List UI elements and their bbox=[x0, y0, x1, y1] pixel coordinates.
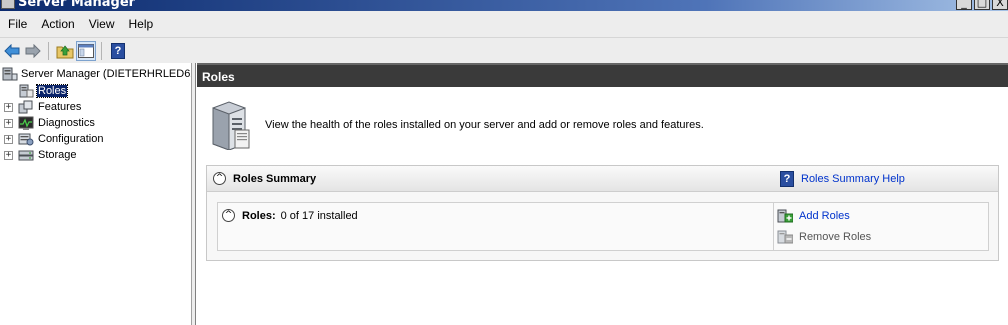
up-folder-icon bbox=[56, 44, 74, 58]
server-manager-app-icon bbox=[1, 0, 15, 9]
toolbar: ? bbox=[0, 37, 1008, 63]
minimize-button[interactable]: _ bbox=[956, 0, 972, 10]
tree-item-storage[interactable]: + Storage bbox=[4, 147, 78, 163]
console-tree-icon bbox=[78, 43, 94, 58]
title-bar: Server Manager _ □ X bbox=[0, 0, 1008, 11]
forward-arrow-icon bbox=[25, 43, 41, 58]
roles-icon bbox=[19, 84, 34, 98]
tree-label-configuration: Configuration bbox=[38, 133, 104, 145]
roles-summary-header: ^ Roles Summary ? Roles Summary Help bbox=[207, 166, 998, 192]
menu-help[interactable]: Help bbox=[122, 11, 161, 37]
roles-intro: View the health of the roles installed o… bbox=[207, 97, 1007, 153]
tree-expander-roles bbox=[4, 86, 13, 96]
toolbar-separator-2 bbox=[101, 41, 102, 60]
tree-expander-configuration[interactable]: + bbox=[4, 134, 13, 144]
tree-item-features[interactable]: + Features bbox=[4, 99, 82, 115]
diagnostics-icon bbox=[18, 116, 34, 130]
features-icon bbox=[18, 100, 33, 114]
close-button[interactable]: X bbox=[992, 0, 1008, 10]
roles-tasks: Add Roles Remove Roles bbox=[773, 203, 989, 250]
back-arrow-icon bbox=[4, 43, 20, 58]
server-roles-icon bbox=[212, 101, 250, 150]
up-one-level-button[interactable] bbox=[55, 41, 75, 61]
pane-splitter[interactable] bbox=[192, 63, 196, 325]
roles-summary-section: ^ Roles Summary ? Roles Summary Help ^ R… bbox=[206, 165, 999, 261]
tree-item-diagnostics[interactable]: + Diagnostics bbox=[4, 115, 96, 131]
window-controls: _ □ X bbox=[954, 0, 1008, 10]
details-header: Roles bbox=[197, 63, 1008, 87]
back-button[interactable] bbox=[2, 41, 22, 61]
menu-view[interactable]: View bbox=[82, 11, 122, 37]
roles-status: ^ Roles: 0 of 17 installed bbox=[218, 209, 358, 222]
roles-summary-title: Roles Summary bbox=[233, 172, 317, 185]
toolbar-separator bbox=[48, 41, 49, 60]
tree-expander-features[interactable]: + bbox=[4, 102, 13, 112]
help-icon: ? bbox=[111, 42, 125, 59]
remove-roles-task[interactable]: Remove Roles bbox=[777, 230, 871, 244]
forward-button[interactable] bbox=[23, 41, 43, 61]
roles-intro-text: View the health of the roles installed o… bbox=[265, 119, 704, 131]
collapse-roles-summary-button[interactable]: ^ bbox=[213, 172, 226, 185]
roles-label: Roles: bbox=[242, 209, 276, 222]
roles-summary-help-link[interactable]: Roles Summary Help bbox=[801, 173, 905, 185]
tree-item-configuration[interactable]: + Configuration bbox=[4, 131, 104, 147]
storage-icon bbox=[18, 150, 34, 161]
window-title: Server Manager bbox=[18, 0, 136, 10]
help-icon: ? bbox=[780, 171, 794, 187]
tree-label-storage: Storage bbox=[38, 149, 77, 161]
tree-label-roles: Roles bbox=[35, 84, 69, 98]
remove-roles-icon bbox=[777, 230, 793, 244]
remove-roles-link[interactable]: Remove Roles bbox=[799, 231, 871, 243]
help-button[interactable]: ? bbox=[108, 41, 128, 61]
tree-root-server-manager[interactable]: Server Manager (DIETERHRLED62E bbox=[2, 67, 192, 81]
roles-status-panel: ^ Roles: 0 of 17 installed Add Roles Rem… bbox=[217, 202, 989, 251]
tree-root-label: Server Manager (DIETERHRLED62E bbox=[21, 68, 192, 80]
add-roles-task[interactable]: Add Roles bbox=[777, 209, 850, 223]
tree-item-roles[interactable]: Roles bbox=[4, 83, 69, 99]
configuration-icon bbox=[18, 133, 34, 146]
roles-installed-count: 0 of 17 installed bbox=[280, 209, 358, 222]
maximize-button[interactable]: □ bbox=[974, 0, 990, 10]
add-roles-icon bbox=[777, 209, 793, 223]
collapse-roles-button[interactable]: ^ bbox=[222, 209, 235, 222]
menu-action[interactable]: Action bbox=[34, 11, 81, 37]
details-pane: Roles View the health of the roles insta… bbox=[197, 63, 1008, 325]
show-hide-console-tree-button[interactable] bbox=[76, 40, 96, 61]
add-roles-link[interactable]: Add Roles bbox=[799, 210, 850, 222]
console-tree: Server Manager (DIETERHRLED62E Roles + F… bbox=[0, 63, 192, 325]
tree-expander-storage[interactable]: + bbox=[4, 150, 13, 160]
menu-file[interactable]: File bbox=[1, 11, 34, 37]
tree-label-diagnostics: Diagnostics bbox=[38, 117, 95, 129]
roles-summary-help[interactable]: ? Roles Summary Help bbox=[780, 171, 905, 187]
menu-bar: File Action View Help bbox=[0, 11, 1008, 37]
tree-label-features: Features bbox=[38, 101, 82, 113]
tree-expander-diagnostics[interactable]: + bbox=[4, 118, 13, 128]
server-icon bbox=[2, 67, 18, 81]
